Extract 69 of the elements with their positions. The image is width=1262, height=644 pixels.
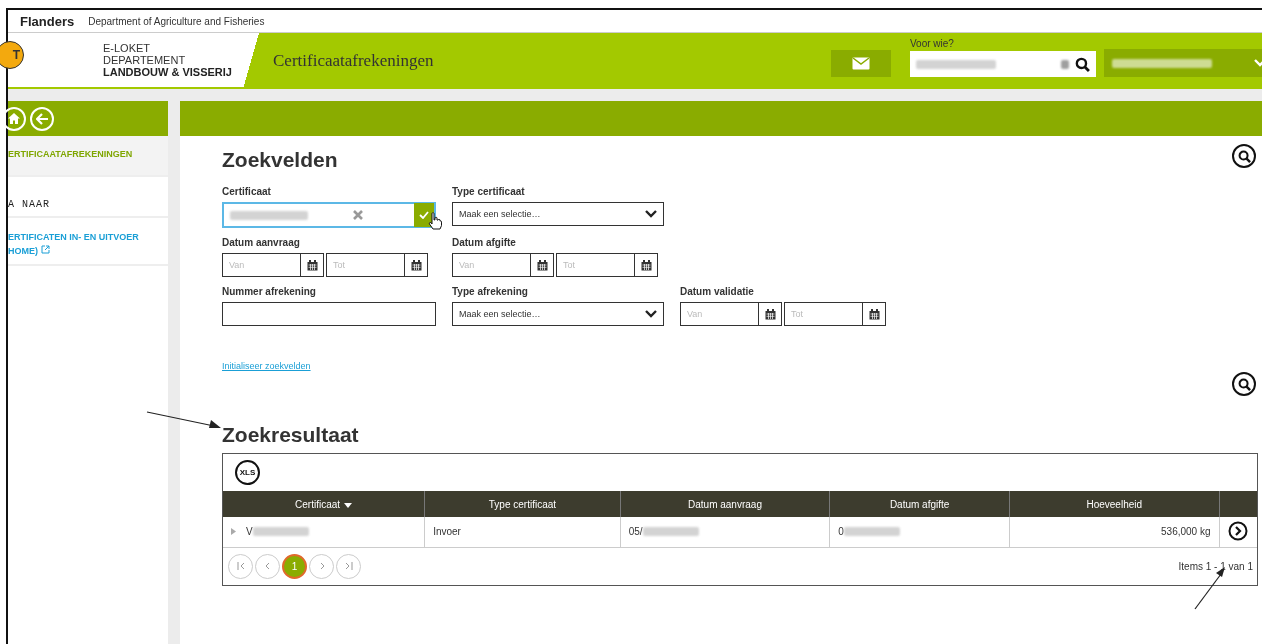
input-field[interactable] [222,302,436,326]
mail-icon [852,57,870,70]
calendar-icon [536,259,548,271]
table-cell: 05/ [620,517,830,547]
mail-button[interactable] [831,50,891,77]
column-header[interactable]: Datum aanvraag [620,491,830,517]
blurred-text [1061,59,1069,69]
field-label: Datum afgifte [452,237,517,248]
logo[interactable]: T [0,41,24,69]
section-title: Zoekvelden [222,148,338,172]
department-name: Department of Agriculture and Fisheries [88,15,265,27]
calendar-icon [868,308,880,320]
page-title: Certificaatafrekeningen [273,51,435,71]
section-title: Zoekresultaat [222,423,359,447]
field-label: Type certificaat [452,186,526,197]
date-field[interactable]: Van [680,302,782,326]
column-header[interactable]: Hoeveelheid [1009,491,1219,517]
calendar-icon [410,259,422,271]
field-label: Voor wie? [910,38,955,49]
column-header[interactable]: Certificaat [223,491,425,517]
blurred-text [642,527,699,537]
details-button[interactable] [1228,520,1249,541]
blurred-text [843,527,900,537]
field-label: Type afrekening [452,286,529,297]
calendar-icon [764,308,776,320]
search-button[interactable] [1232,144,1256,168]
last-page-icon [344,562,353,570]
chevron-down-icon [645,310,657,318]
org-name: E-LOKET [103,42,152,54]
blurred-text [252,527,309,537]
table-cell: Invoer [424,517,621,547]
calendar-icon [306,259,318,271]
for-whom-field[interactable] [910,51,1096,77]
search-button[interactable] [1232,372,1256,396]
check-icon [419,211,429,219]
column-header[interactable]: Datum afgifte [829,491,1010,517]
org-name: DEPARTEMENT [103,54,187,66]
external-link-icon [40,245,50,254]
column-header[interactable]: Type certificaat [424,491,621,517]
table-cell: 536,000 kg [1009,517,1219,547]
hand-cursor-icon [428,212,442,230]
table-cell: V [223,517,425,547]
clear-icon[interactable] [353,210,363,220]
date-field[interactable]: Tot [556,253,658,277]
home-icon [8,113,20,124]
type-select[interactable]: Maak een selectie… [452,302,664,326]
export-button[interactable]: XLS [235,460,260,485]
search-icon [1237,149,1251,163]
first-page-icon [236,562,245,570]
field-label: Nummer afrekening [222,286,317,297]
field-label: Certificaat [222,186,272,197]
back-arrow-icon [35,112,49,125]
chevron-left-icon [263,562,272,570]
type-select[interactable]: Maak een selectie… [452,202,664,226]
search-icon [1075,56,1090,72]
date-field[interactable]: Van [222,253,324,277]
calendar-icon [640,259,652,271]
date-field[interactable]: Tot [326,253,428,277]
sort-icon [344,502,353,508]
chevron-down-icon [645,210,657,218]
brand-name[interactable]: Flanders [20,13,75,29]
field-label: Datum validatie [680,286,755,297]
field-label: Datum aanvraag [222,237,301,248]
date-field[interactable]: Tot [784,302,886,326]
table-cell: 0 [829,517,1010,547]
date-field[interactable]: Van [452,253,554,277]
search-icon [1237,377,1251,391]
org-name: LANDBOUW & VISSERIJ [103,66,232,78]
confirm-button[interactable] [414,203,434,227]
